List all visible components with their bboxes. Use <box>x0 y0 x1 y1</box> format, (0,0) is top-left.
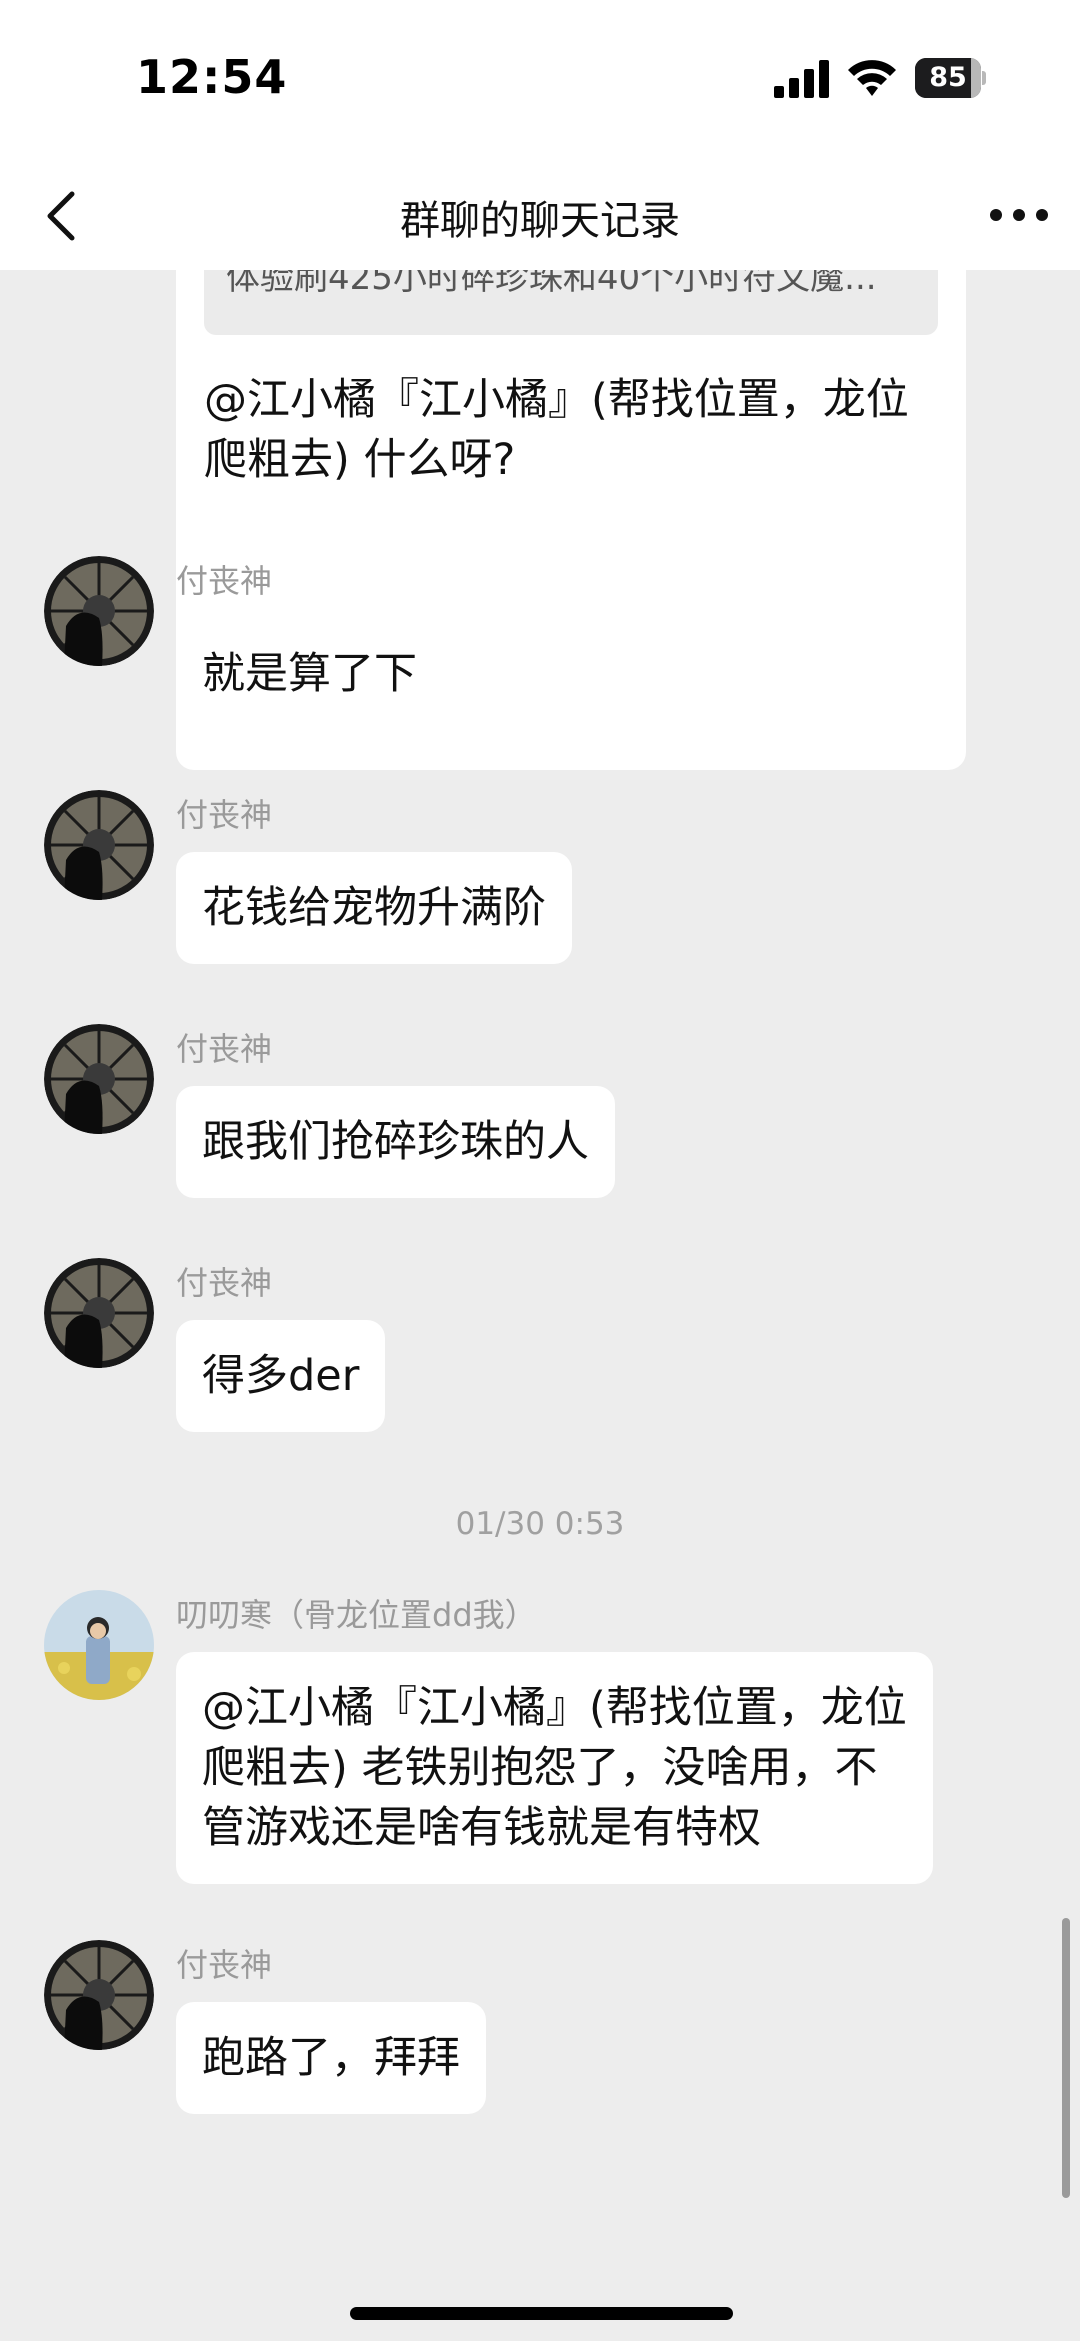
scrollbar[interactable] <box>1062 1918 1070 2198</box>
avatar[interactable] <box>44 1590 154 1700</box>
rose-window-avatar-image <box>44 1258 154 1368</box>
sender-name: 叨叨寒（骨龙位置dd我） <box>176 1596 537 1634</box>
message-list[interactable]: 体验刷425小时碎珍珠和40个小时符文魔... @江小橘『江小橘』(帮找位置，龙… <box>0 270 1080 2341</box>
battery-level: 85 <box>929 62 967 93</box>
rose-window-avatar-image <box>44 556 154 666</box>
message-bubble[interactable]: @江小橘『江小橘』(帮找位置，龙位 爬粗去) 老铁别抱怨了，没啥用，不 管游戏还… <box>176 1652 933 1884</box>
message-bubble[interactable]: 就是算了下 <box>176 618 443 730</box>
page-title: 群聊的聊天记录 <box>400 198 680 244</box>
home-indicator[interactable] <box>350 2307 733 2320</box>
avatar[interactable] <box>44 790 154 900</box>
sender-name: 付丧神 <box>176 1264 273 1302</box>
message-bubble[interactable]: 跑路了，拜拜 <box>176 2002 486 2114</box>
avatar[interactable] <box>44 556 154 666</box>
quoted-message[interactable]: 体验刷425小时碎珍珠和40个小时符文魔... <box>204 270 938 335</box>
message-bubble[interactable]: 得多der <box>176 1320 386 1432</box>
sender-name: 付丧神 <box>176 562 273 600</box>
rose-window-avatar-image <box>44 1940 154 2050</box>
avatar[interactable] <box>44 1940 154 2050</box>
navigation-bar: 群聊的聊天记录 <box>0 160 1080 270</box>
more-dots-icon[interactable] <box>980 190 1060 240</box>
cellular-signal-icon <box>774 60 829 98</box>
status-bar: 12:54 85 <box>0 0 1080 160</box>
sender-name: 付丧神 <box>176 1030 273 1068</box>
reply-text: @江小橘『江小橘』(帮找位置，龙位 爬粗去) 什么呀? <box>204 375 909 485</box>
chat-history-screen: 12:54 85 群聊的聊天记录 体验刷425小时碎珍珠和40个小时符文魔...… <box>0 0 1080 2341</box>
sender-name: 付丧神 <box>176 1946 273 1984</box>
status-time: 12:54 <box>136 50 288 104</box>
rose-window-avatar-image <box>44 1024 154 1134</box>
sender-name: 付丧神 <box>176 796 273 834</box>
back-chevron-icon[interactable] <box>28 176 108 256</box>
message-bubble[interactable]: 跟我们抢碎珍珠的人 <box>176 1086 615 1198</box>
battery-icon: 85 <box>915 58 986 98</box>
avatar[interactable] <box>44 1258 154 1368</box>
quoted-text: 体验刷425小时碎珍珠和40个小时符文魔... <box>226 270 877 298</box>
time-divider: 01/30 0:53 <box>455 1506 625 1542</box>
message-bubble[interactable]: 花钱给宠物升满阶 <box>176 852 572 964</box>
field-photo-avatar-image <box>44 1590 154 1700</box>
avatar[interactable] <box>44 1024 154 1134</box>
wifi-icon <box>848 60 896 96</box>
rose-window-avatar-image <box>44 790 154 900</box>
